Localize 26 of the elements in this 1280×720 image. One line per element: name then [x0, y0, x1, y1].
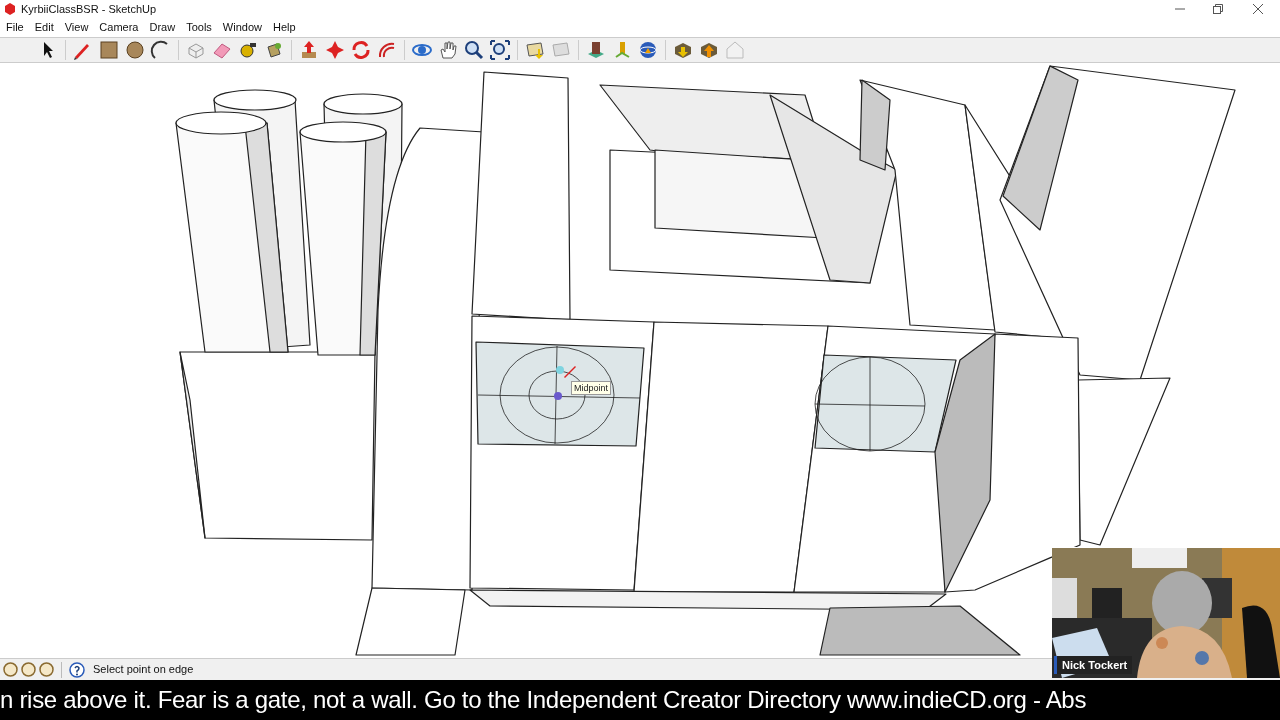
menu-item[interactable]: View — [59, 19, 94, 36]
zoom-extents-icon[interactable] — [489, 39, 511, 61]
tooltip: Midpoint — [571, 381, 612, 395]
rotate-icon[interactable] — [350, 39, 372, 61]
restore-icon[interactable] — [1213, 4, 1223, 14]
menu-item[interactable]: Window — [217, 19, 267, 36]
help-icon[interactable] — [69, 661, 85, 678]
app-logo-icon — [4, 3, 16, 15]
status-message: Select point on edge — [93, 662, 194, 678]
menu-item[interactable]: Help — [267, 19, 301, 36]
map-icon[interactable] — [524, 39, 546, 61]
move-icon[interactable] — [324, 39, 346, 61]
menu-item[interactable]: Tools — [181, 19, 217, 36]
globe-icon[interactable] — [637, 39, 659, 61]
zoom-icon[interactable] — [463, 39, 485, 61]
menu-item[interactable]: Draw — [144, 19, 181, 36]
menu-item[interactable]: File — [1, 19, 29, 36]
menu-item[interactable]: Edit — [29, 19, 59, 36]
close-icon[interactable] — [1253, 4, 1263, 14]
pan-hand-icon[interactable] — [437, 39, 459, 61]
circle-icon[interactable] — [124, 39, 146, 61]
rectangle-icon[interactable] — [98, 39, 120, 61]
pencil-cursor-icon — [563, 364, 577, 378]
menu-item[interactable]: Camera — [94, 19, 144, 36]
news-ticker: n rise above it. Fear is a gate, not a wall. Go to the Independent Creator Directory www.indieCD.org - Abs — [0, 685, 1087, 715]
window-title: KyrbiiClassBSR - SketchUp — [21, 1, 157, 17]
